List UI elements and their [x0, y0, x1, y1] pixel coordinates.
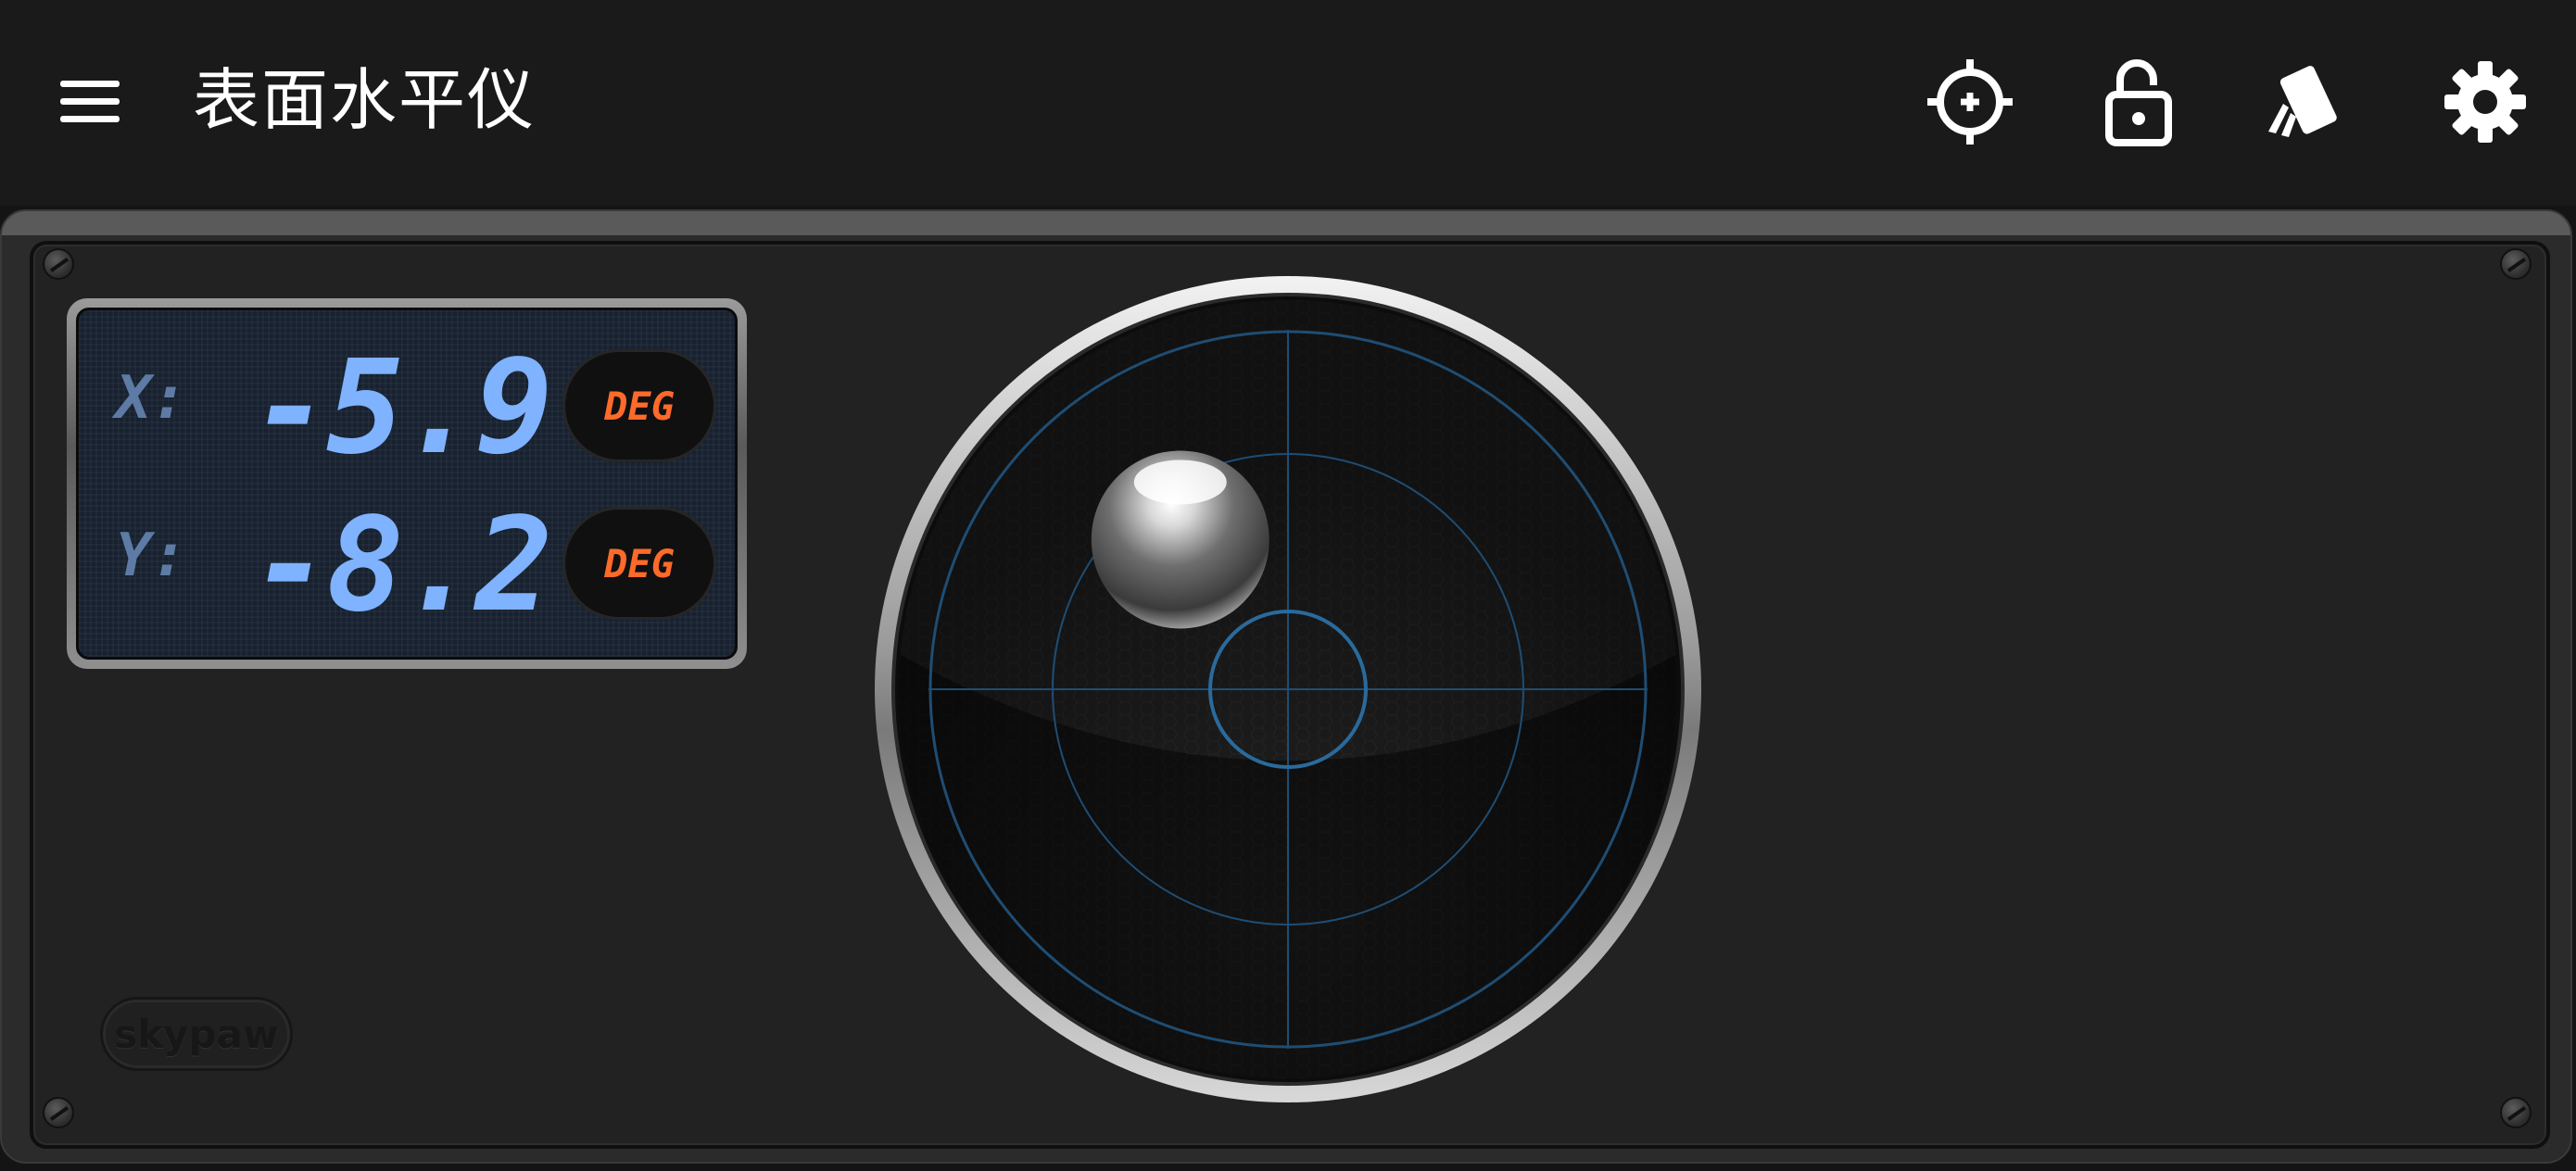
x-angle-value: -5.9: [251, 333, 553, 484]
app-title: 表面水平仪: [193, 61, 537, 139]
display-mode-button[interactable]: [2255, 56, 2348, 148]
hamburger-menu-icon[interactable]: [54, 65, 126, 137]
settings-button[interactable]: [2439, 56, 2532, 148]
level-bubble: [1091, 450, 1269, 629]
y-angle-value: -8.2: [251, 490, 553, 641]
crosshair-icon: [1927, 59, 2013, 145]
y-axis-label: Y:: [116, 522, 188, 590]
screw-icon: [2500, 248, 2532, 280]
bubble-level-dial: [873, 274, 1703, 1104]
cards-icon: [2268, 66, 2337, 137]
x-unit-badge: DEG: [562, 349, 716, 462]
app-bar: 表面水平仪: [0, 0, 2576, 206]
screw-icon: [43, 248, 74, 280]
lcd-screen: X: -5.9 DEG Y: -8.2 DEG: [76, 308, 738, 660]
y-unit-badge: DEG: [562, 507, 716, 620]
screw-icon: [2500, 1097, 2532, 1128]
angle-readout: X: -5.9 DEG Y: -8.2 DEG: [67, 298, 747, 669]
x-axis-label: X:: [116, 364, 188, 433]
screw-icon: [43, 1097, 74, 1128]
lock-button[interactable]: [2092, 56, 2185, 148]
calibrate-button[interactable]: [1924, 56, 2016, 148]
gear-icon: [2444, 61, 2526, 143]
unlock-icon: [2105, 59, 2172, 146]
brand-logo: skypaw: [100, 997, 293, 1071]
